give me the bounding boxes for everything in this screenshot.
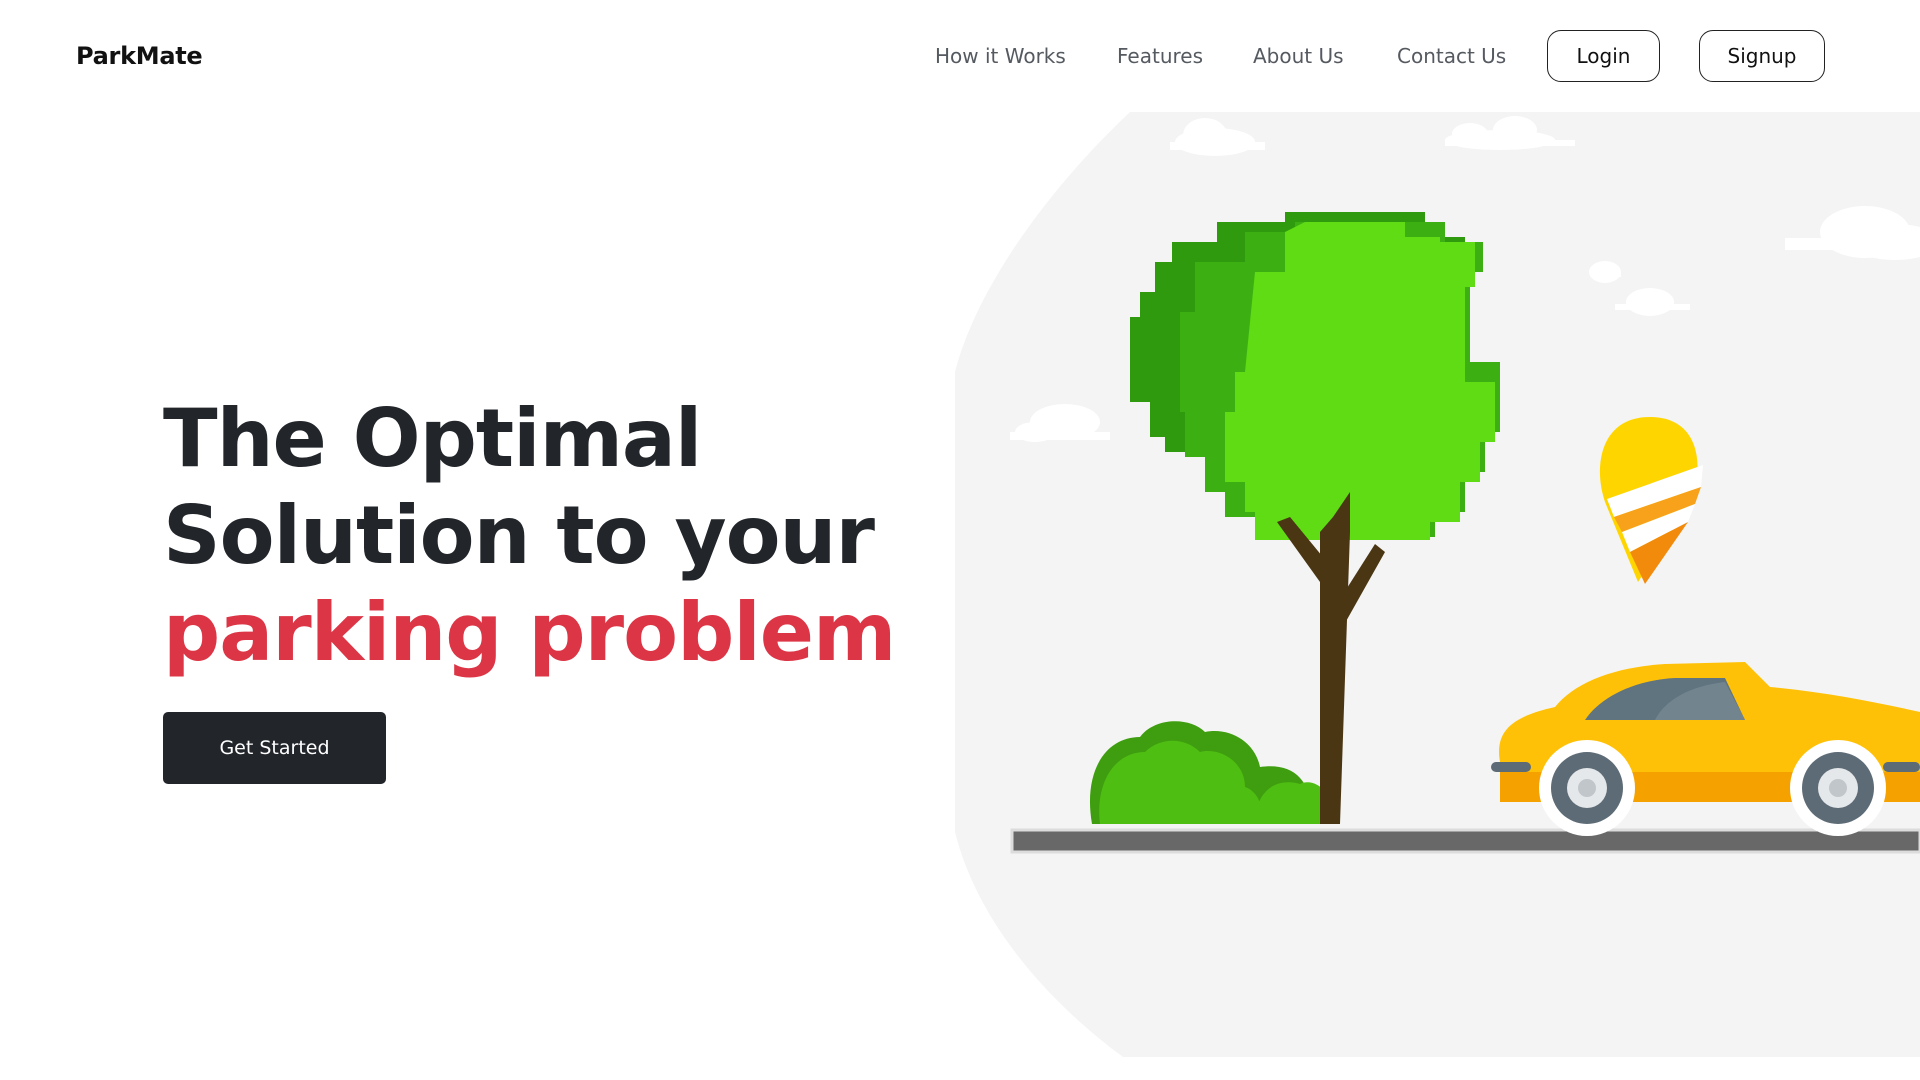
hero-title-line-3: parking problem	[163, 586, 896, 679]
nav-link-features[interactable]: Features	[1117, 44, 1203, 68]
login-button[interactable]: Login	[1547, 30, 1660, 82]
brand-logo[interactable]: ParkMate	[76, 42, 203, 70]
nav-link-contact-us[interactable]: Contact Us	[1397, 44, 1506, 68]
hero-heading: The Optimal Solution to your parking pro…	[163, 390, 923, 681]
get-started-button[interactable]: Get Started	[163, 712, 386, 784]
car-parking-illustration	[955, 112, 1920, 1057]
signup-button[interactable]: Signup	[1699, 30, 1825, 82]
hero-title-line-2: Solution to your	[163, 489, 875, 582]
hero-illustration	[955, 112, 1920, 1057]
nav-link-how-it-works[interactable]: How it Works	[935, 44, 1066, 68]
hero-title-line-1: The Optimal	[163, 392, 702, 485]
cloud-icon	[1589, 261, 1621, 283]
nav-link-about-us[interactable]: About Us	[1253, 44, 1344, 68]
ground-road	[1010, 828, 1920, 854]
navbar: ParkMate How it Works Features About Us …	[0, 0, 1920, 114]
